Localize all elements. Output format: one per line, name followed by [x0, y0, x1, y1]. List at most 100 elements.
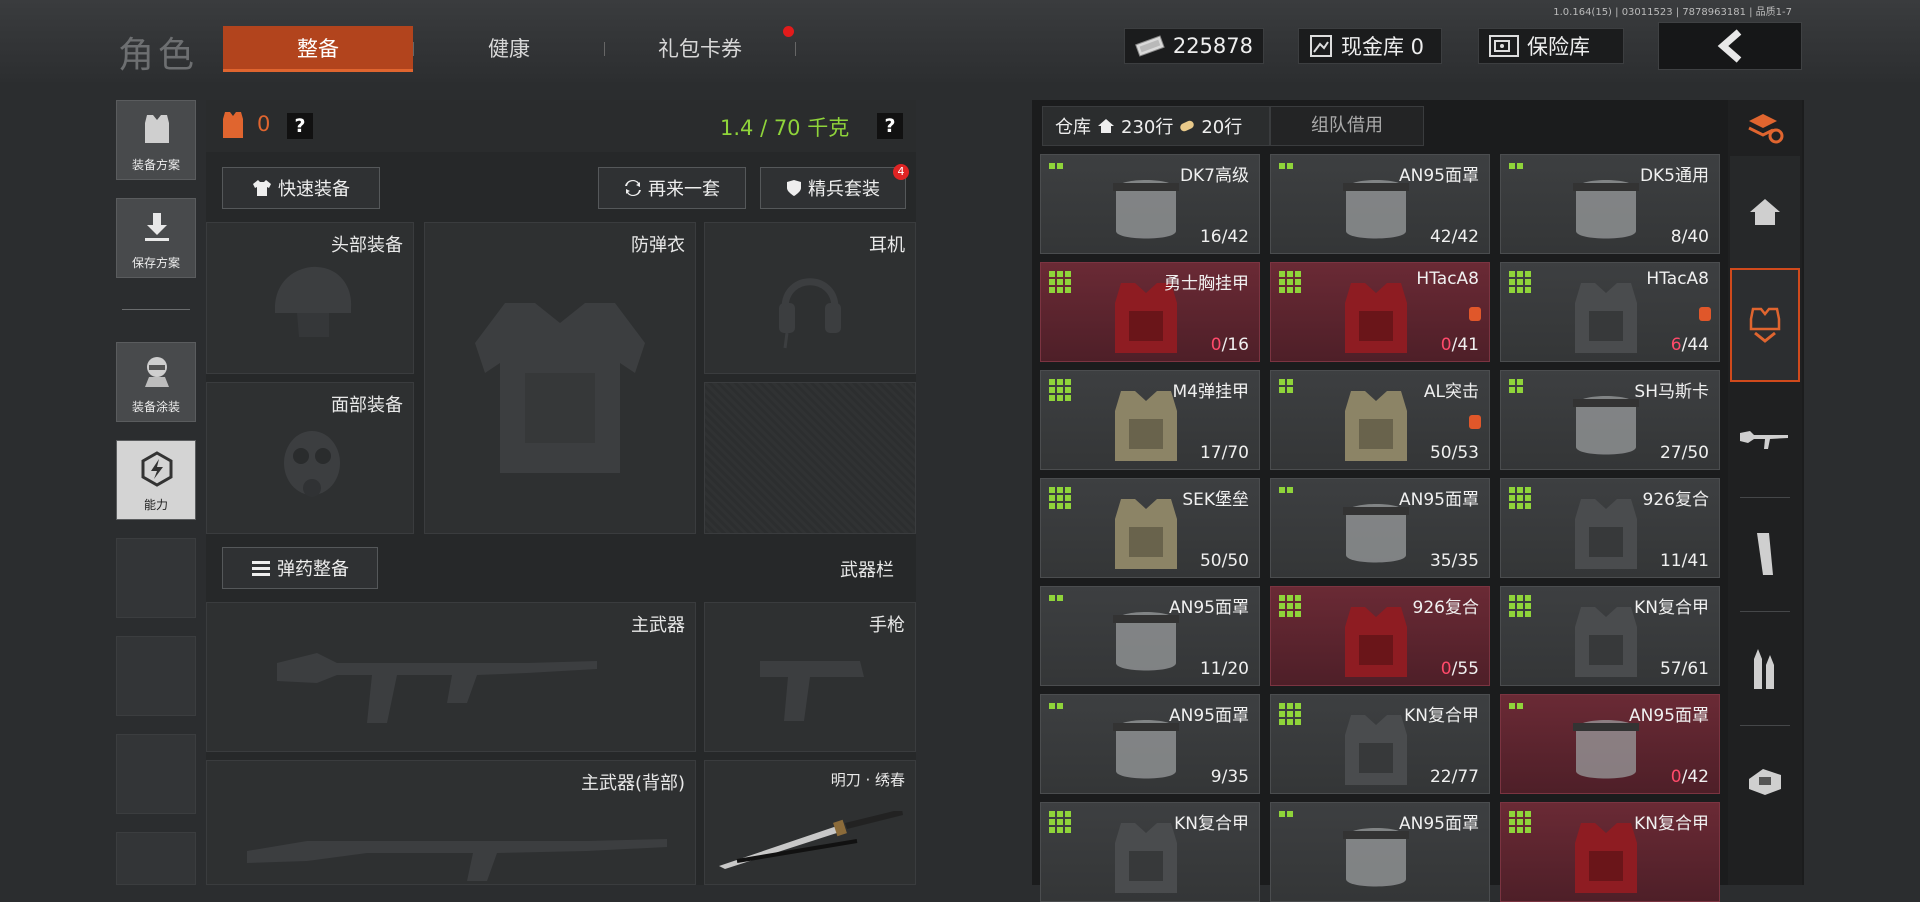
item-name: AN95面罩: [1629, 706, 1709, 726]
warehouse-item[interactable]: AN95面罩: [1270, 802, 1490, 902]
back-button[interactable]: [1658, 22, 1802, 70]
currency-value: 225878: [1172, 34, 1253, 58]
warehouse-tab-label: 仓库: [1055, 117, 1091, 138]
shirt-icon: [253, 180, 271, 196]
cash-vault-button[interactable]: 现金库 0: [1298, 28, 1442, 64]
item-name: AN95面罩: [1399, 814, 1479, 834]
warehouse-item[interactable]: HTacA8 6/44: [1500, 262, 1720, 362]
item-name: KN复合甲: [1634, 598, 1709, 618]
skin-button[interactable]: 装备涂装: [116, 342, 196, 422]
rail-scopes[interactable]: [1730, 726, 1800, 838]
loadout-plan-button[interactable]: 装备方案: [116, 100, 196, 180]
capsule-icon: [1180, 120, 1195, 132]
warehouse-item[interactable]: DK7高级 16/42: [1040, 154, 1260, 254]
warehouse-item[interactable]: DK5通用 8/40: [1500, 154, 1720, 254]
durability-max: 77: [1457, 767, 1479, 787]
durability-max: 20: [1227, 659, 1249, 679]
ability-icon: [141, 451, 173, 487]
headset-slot[interactable]: 耳机: [704, 222, 916, 374]
durability-max: 61: [1687, 659, 1709, 679]
safe-icon: [1489, 35, 1519, 57]
warehouse-item[interactable]: M4弹挂甲 17/70: [1040, 370, 1260, 470]
team-borrow-tab[interactable]: 组队借用: [1270, 106, 1424, 146]
rail-magazines[interactable]: [1730, 498, 1800, 610]
help-button[interactable]: ?: [287, 113, 313, 139]
warehouse-item[interactable]: KN复合甲 57/61: [1500, 586, 1720, 686]
item-name: 勇士胸挂甲: [1164, 274, 1249, 294]
warehouse-item[interactable]: AN95面罩 35/35: [1270, 478, 1490, 578]
safe-button[interactable]: 保险库: [1478, 28, 1624, 64]
warehouse-item[interactable]: AN95面罩 42/42: [1270, 154, 1490, 254]
vest-icon: [145, 115, 169, 143]
warehouse-item[interactable]: AN95面罩 11/20: [1040, 586, 1260, 686]
tab-gift-cards[interactable]: 礼包卡券: [605, 26, 795, 72]
item-name: M4弹挂甲: [1172, 382, 1249, 402]
durability-current: 16: [1199, 227, 1222, 247]
size-indicator: [1279, 379, 1293, 393]
durability-current: 17: [1199, 443, 1222, 463]
rail-rifles[interactable]: [1730, 384, 1800, 496]
rail-ammo[interactable]: [1730, 612, 1800, 724]
durability-current: 50: [1199, 551, 1222, 571]
durability-current: 0: [1440, 659, 1452, 679]
item-name: HTacA8: [1416, 269, 1479, 289]
warehouse-item[interactable]: KN复合甲 22/77: [1270, 694, 1490, 794]
quick-equip-button[interactable]: 快速装备: [222, 167, 380, 209]
warehouse-tab[interactable]: 仓库 230行 20行: [1042, 106, 1270, 146]
size-indicator: [1509, 271, 1531, 293]
item-name: DK5通用: [1639, 166, 1709, 186]
save-plan-button[interactable]: 保存方案: [116, 198, 196, 278]
tag-icon: [1469, 307, 1481, 321]
empty-slot: [116, 734, 196, 814]
rifle-silhouette-icon: [277, 653, 597, 723]
primary-weapon-slot[interactable]: 主武器: [206, 602, 696, 752]
item-durability: 57/61: [1660, 659, 1709, 679]
ability-button[interactable]: 能力: [116, 440, 196, 520]
head-slot[interactable]: 头部装备: [206, 222, 414, 374]
elite-set-button[interactable]: 精兵套装: [760, 167, 906, 209]
item-name: 926复合: [1412, 598, 1479, 618]
operator-icon: [145, 357, 169, 387]
warehouse-item[interactable]: 926复合 0/55: [1270, 586, 1490, 686]
durability-current: 57: [1659, 659, 1682, 679]
durability-current: 0: [1670, 767, 1682, 787]
rifle-icon: [1740, 431, 1788, 449]
tab-health[interactable]: 健康: [414, 26, 604, 72]
size-indicator: [1279, 595, 1301, 617]
warehouse-item[interactable]: 926复合 11/41: [1500, 478, 1720, 578]
primary-back-slot[interactable]: 主武器(背部): [206, 760, 696, 885]
warehouse-item[interactable]: AL突击 50/53: [1270, 370, 1490, 470]
weight-help-button[interactable]: ?: [877, 113, 903, 139]
warehouse-rows: 230行: [1121, 117, 1174, 138]
vest-slot[interactable]: 防弹衣: [424, 222, 696, 534]
re-roll-button[interactable]: 再来一套: [598, 167, 746, 209]
durability-current: 35: [1429, 551, 1452, 571]
layers-swap-button[interactable]: [1730, 100, 1800, 156]
warehouse-item[interactable]: AN95面罩 0/42: [1500, 694, 1720, 794]
size-indicator: [1279, 487, 1293, 493]
item-name: AN95面罩: [1399, 490, 1479, 510]
melee-slot[interactable]: 明刀 · 绣春: [704, 760, 916, 885]
item-name: DK7高级: [1179, 166, 1249, 186]
item-durability: 17/70: [1200, 443, 1249, 463]
warehouse-item[interactable]: SEK堡垒 50/50: [1040, 478, 1260, 578]
warehouse-item[interactable]: SH马斯卡 27/50: [1500, 370, 1720, 470]
face-slot[interactable]: 面部装备: [206, 382, 414, 534]
warehouse-item[interactable]: 勇士胸挂甲 0/16: [1040, 262, 1260, 362]
pistol-slot[interactable]: 手枪: [704, 602, 916, 752]
size-indicator: [1049, 271, 1071, 293]
warehouse-item[interactable]: KN复合甲: [1040, 802, 1260, 902]
nav-divider: [122, 309, 190, 310]
warehouse-item[interactable]: KN复合甲: [1500, 802, 1720, 902]
ammo-prep-button[interactable]: 弹药整备: [222, 547, 378, 589]
rail-armor-filter[interactable]: [1730, 268, 1800, 382]
body-armor-icon: [1575, 499, 1637, 569]
tab-equip[interactable]: 整备: [223, 26, 413, 72]
rail-home[interactable]: [1730, 156, 1800, 268]
item-durability: 50/53: [1430, 443, 1479, 463]
warehouse-item[interactable]: AN95面罩 9/35: [1040, 694, 1260, 794]
sword-icon: [719, 811, 903, 869]
shield-icon: [787, 180, 801, 196]
vault-image-icon: [1310, 35, 1332, 57]
warehouse-item[interactable]: HTacA8 0/41: [1270, 262, 1490, 362]
